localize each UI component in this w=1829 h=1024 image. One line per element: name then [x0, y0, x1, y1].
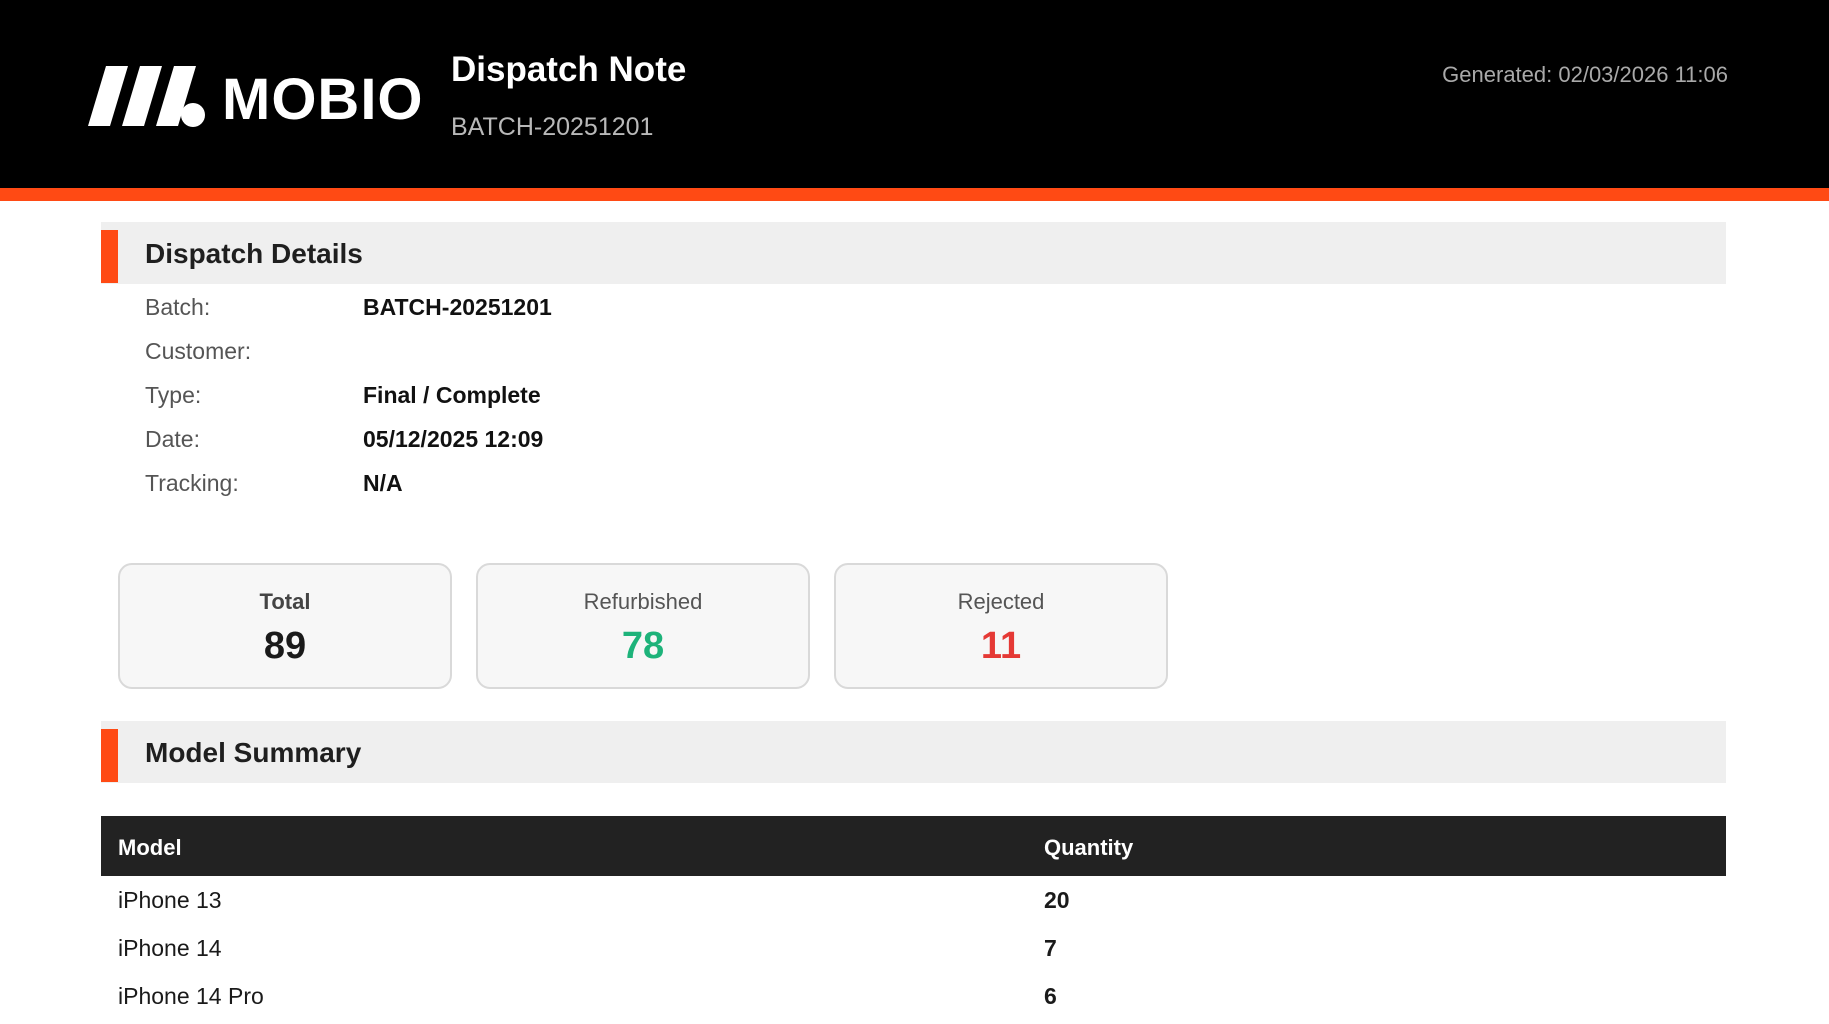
mobio-logo: MOBIO — [88, 64, 423, 132]
generated-timestamp: Generated: 02/03/2026 11:06 — [1442, 62, 1728, 87]
brand-name: MOBIO — [222, 67, 424, 132]
cell-quantity: 6 — [1044, 983, 1057, 1009]
logo-mark-icon — [88, 66, 205, 127]
column-header-quantity: Quantity — [1044, 835, 1134, 860]
cell-model: iPhone 13 — [118, 887, 222, 913]
stat-card-total: Total 89 — [118, 563, 452, 689]
model-summary-table: Model Quantity iPhone 13 20 iPhone 14 7 … — [101, 816, 1726, 1020]
stat-card-rejected: Rejected 11 — [834, 563, 1168, 689]
detail-value: Final / Complete — [363, 382, 541, 408]
detail-label: Batch: — [145, 294, 211, 320]
table-row: iPhone 14 Pro 6 — [101, 972, 1726, 1020]
dispatch-details-header: Dispatch Details — [101, 222, 1726, 284]
stat-value: 89 — [263, 625, 307, 667]
page-header: MOBIO Dispatch Note BATCH-20251201 Gener… — [0, 0, 1829, 188]
cell-model: iPhone 14 — [118, 935, 222, 961]
table-row: iPhone 13 20 — [101, 876, 1726, 924]
cell-model: iPhone 14 Pro — [118, 983, 264, 1009]
detail-value: N/A — [363, 470, 403, 496]
stat-value: 78 — [621, 625, 665, 667]
stat-label: Refurbished — [583, 589, 703, 614]
section-title: Dispatch Details — [145, 238, 363, 269]
detail-label: Date: — [145, 426, 200, 452]
detail-label: Tracking: — [145, 470, 239, 496]
detail-value: 05/12/2025 12:09 — [363, 426, 544, 452]
table-header-row: Model Quantity — [101, 816, 1726, 876]
section-accent-bar — [101, 230, 118, 283]
model-summary-header: Model Summary — [101, 721, 1726, 783]
detail-label: Type: — [145, 382, 202, 408]
stat-value: 11 — [980, 625, 1022, 667]
section-title: Model Summary — [145, 737, 362, 768]
stat-card-refurbished: Refurbished 78 — [476, 563, 810, 689]
stat-label: Rejected — [957, 589, 1045, 614]
cell-quantity: 20 — [1044, 887, 1070, 913]
stat-label: Total — [259, 589, 311, 614]
page-title: Dispatch Note — [451, 50, 687, 89]
detail-value: BATCH-20251201 — [363, 294, 552, 320]
table-row: iPhone 14 7 — [101, 924, 1726, 972]
page-subtitle-batch: BATCH-20251201 — [451, 113, 654, 141]
column-header-model: Model — [118, 835, 182, 860]
section-accent-bar — [101, 729, 118, 782]
detail-label: Customer: — [145, 338, 252, 364]
header-accent-stripe — [0, 188, 1829, 201]
cell-quantity: 7 — [1044, 935, 1057, 961]
